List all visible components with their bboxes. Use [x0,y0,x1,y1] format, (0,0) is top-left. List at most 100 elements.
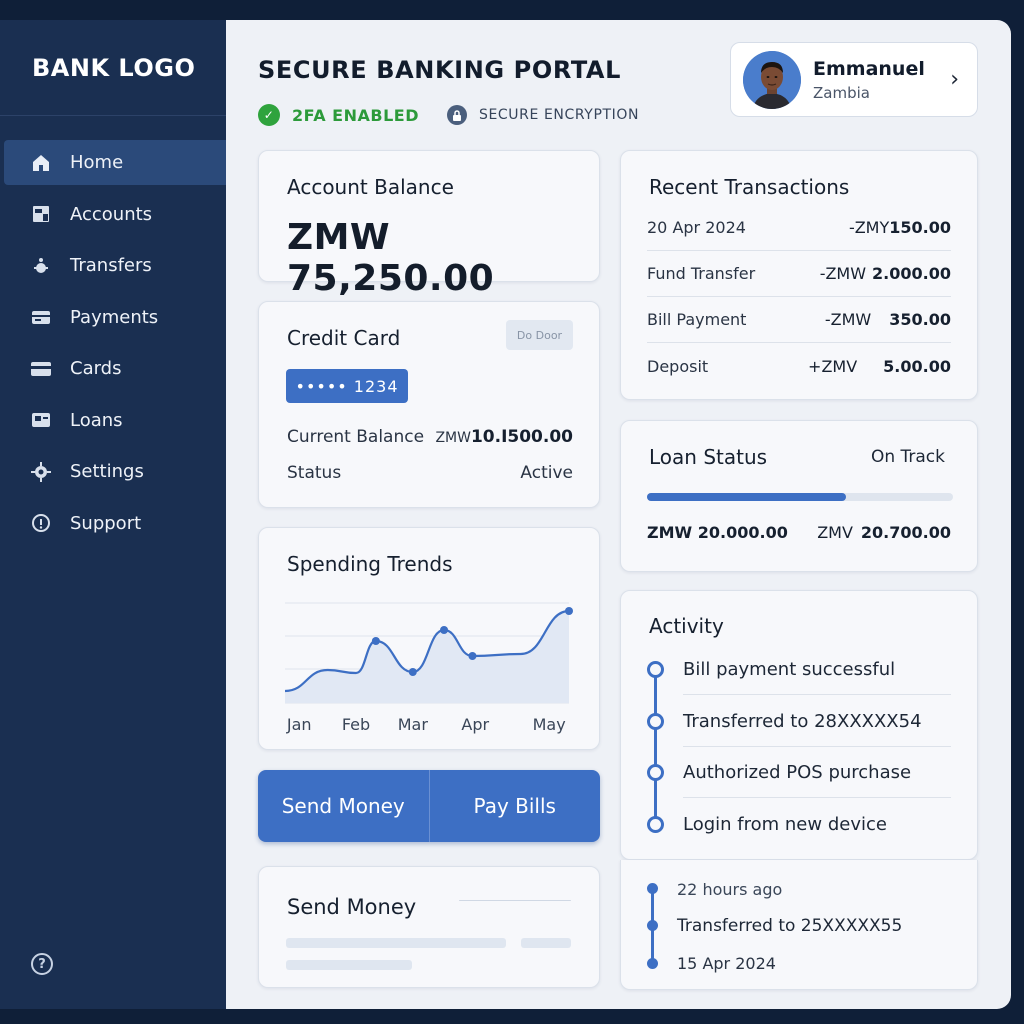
sidebar-nav: Home Accounts Transfers Payments Cards L… [0,140,226,552]
security-status: ✓ 2FA ENABLED SECURE ENCRYPTION [258,104,639,126]
pay-bills-button[interactable]: Pay Bills [428,770,601,842]
amount: 5.00.00 [883,356,951,376]
credit-card-card: Credit Card Do Door ••••• 1234 Current B… [258,301,600,508]
transaction-row[interactable]: 20 Apr 2024 -ZMY150.00 [647,205,951,251]
card-brand-logo: Do Door [506,320,573,350]
status-row: Status Active [287,463,573,483]
divider [459,900,571,901]
sidebar-item-settings[interactable]: Settings [0,449,226,494]
twofa-badge: ✓ 2FA ENABLED [258,104,419,126]
card-title: Credit Card [287,326,401,350]
spending-chart: Jan Feb Mar Apr May [284,602,573,734]
data-point [565,607,573,615]
loan-status-card: Loan Status On Track ZMW 20.000.00 ZMV 20… [620,420,978,572]
currency: ZMV [817,523,853,542]
timeline [654,671,657,826]
transaction-row[interactable]: Fund Transfer -ZMW 2.000.00 [647,251,951,297]
activity-item[interactable]: Authorized POS purchase [683,747,951,798]
sidebar-item-loans[interactable]: Loans [0,398,226,443]
sidebar-divider [0,115,226,116]
encryption-badge: SECURE ENCRYPTION [446,105,640,125]
currency: -ZMW [819,264,867,283]
transaction-label: Bill Payment [647,310,747,329]
sidebar-item-label: Accounts [70,203,153,225]
sidebar-item-support[interactable]: Support [0,501,226,546]
recent-transactions-card: Recent Transactions 20 Apr 2024 -ZMY150.… [620,150,978,400]
loan-total: ZMV 20.700.00 [817,523,951,542]
card-title: Loan Status [649,445,768,469]
encryption-label: SECURE ENCRYPTION [478,107,640,123]
current-balance-value: ZMW10.I500.00 [435,427,573,447]
x-tick-label: Apr [461,715,489,734]
transaction-amount: -ZMW 2.000.00 [820,264,951,283]
twofa-label: 2FA ENABLED [292,105,419,125]
activity-item[interactable]: Transferred to 25XXXXX55 [677,916,902,936]
help-icon[interactable]: ? [31,953,53,975]
currency: -ZMW [824,310,872,329]
loan-progress-bar [647,493,953,501]
cards-icon [30,358,52,380]
activity-item[interactable]: Bill payment successful [683,644,951,695]
status-label: Status [287,463,342,483]
x-tick-label: May [533,715,566,734]
card-title: Send Money [287,895,417,919]
transaction-row[interactable]: Bill Payment -ZMW 350.00 [647,297,951,343]
sidebar-item-label: Home [70,152,124,173]
card-title: Activity [649,614,724,638]
placeholder-bar [286,960,412,970]
gear-icon [30,461,52,483]
sidebar-item-label: Payments [70,306,159,328]
transaction-label: Deposit [647,356,709,376]
amount: 10.I500.00 [470,427,573,447]
card-number[interactable]: ••••• 1234 [286,369,408,403]
data-point [408,668,417,676]
avatar [743,50,801,109]
activity-card: Activity Bill payment successful Transfe… [620,590,978,860]
amount: 20.700.00 [860,523,951,542]
card-title: Spending Trends [287,552,453,576]
status-value: Active [520,463,573,483]
transaction-row[interactable]: Deposit +ZMV 5.00.00 [647,343,951,389]
timeline-dot [647,883,658,894]
placeholder-bar [521,938,571,948]
transaction-label: 20 Apr 2024 [647,218,746,237]
transfers-icon [30,255,52,277]
spending-trends-card: Spending Trends Jan Feb Mar Apr May [258,527,600,750]
sidebar-item-cards[interactable]: Cards [0,346,226,391]
transaction-amount: -ZMY150.00 [849,218,951,237]
sidebar-item-payments[interactable]: Payments [0,295,226,340]
amount: 2.000.00 [872,264,951,283]
sidebar-item-home[interactable]: Home [4,140,226,185]
user-country: Zambia [813,83,870,102]
loans-icon [30,409,52,431]
account-balance-card: Account Balance ZMW 75,250.00 [258,150,600,299]
send-money-button[interactable]: Send Money [258,770,429,842]
loan-progress-fill [647,493,846,501]
accounts-icon [30,203,52,225]
transaction-amount: +ZMV 5.00.00 [808,357,951,376]
amount: 350.00 [889,310,951,329]
currency: +ZMV [808,356,858,376]
lock-icon [446,105,467,125]
sidebar: BANK LOGO Home Accounts Transfers Paymen… [0,20,226,1009]
sidebar-item-accounts[interactable]: Accounts [0,192,226,237]
page-title: SECURE BANKING PORTAL [258,56,622,84]
balance-amount: ZMW 75,250.00 [287,217,495,299]
current-balance-row: Current Balance ZMW10.I500.00 [287,427,573,447]
user-name: Emmanuel [813,57,925,80]
card-title: Recent Transactions [649,175,850,199]
timeline-dot [647,661,664,678]
quick-actions: Send Money Pay Bills [258,770,600,842]
sidebar-item-label: Transfers [70,255,152,276]
bank-logo[interactable]: BANK LOGO [32,54,195,82]
user-profile-card[interactable]: Emmanuel Zambia › [730,42,978,117]
payments-icon [30,306,52,328]
activity-date: 15 Apr 2024 [677,954,776,973]
chevron-right-icon: › [950,67,959,92]
activity-item[interactable]: Transferred to 28XXXXX54 [683,696,951,747]
app-window: BANK LOGO Home Accounts Transfers Paymen… [0,20,1011,1009]
loan-status-value: On Track [870,447,945,467]
sidebar-item-transfers[interactable]: Transfers [0,243,226,288]
activity-item[interactable]: Login from new device [683,799,951,850]
transaction-label: Fund Transfer [647,264,756,283]
